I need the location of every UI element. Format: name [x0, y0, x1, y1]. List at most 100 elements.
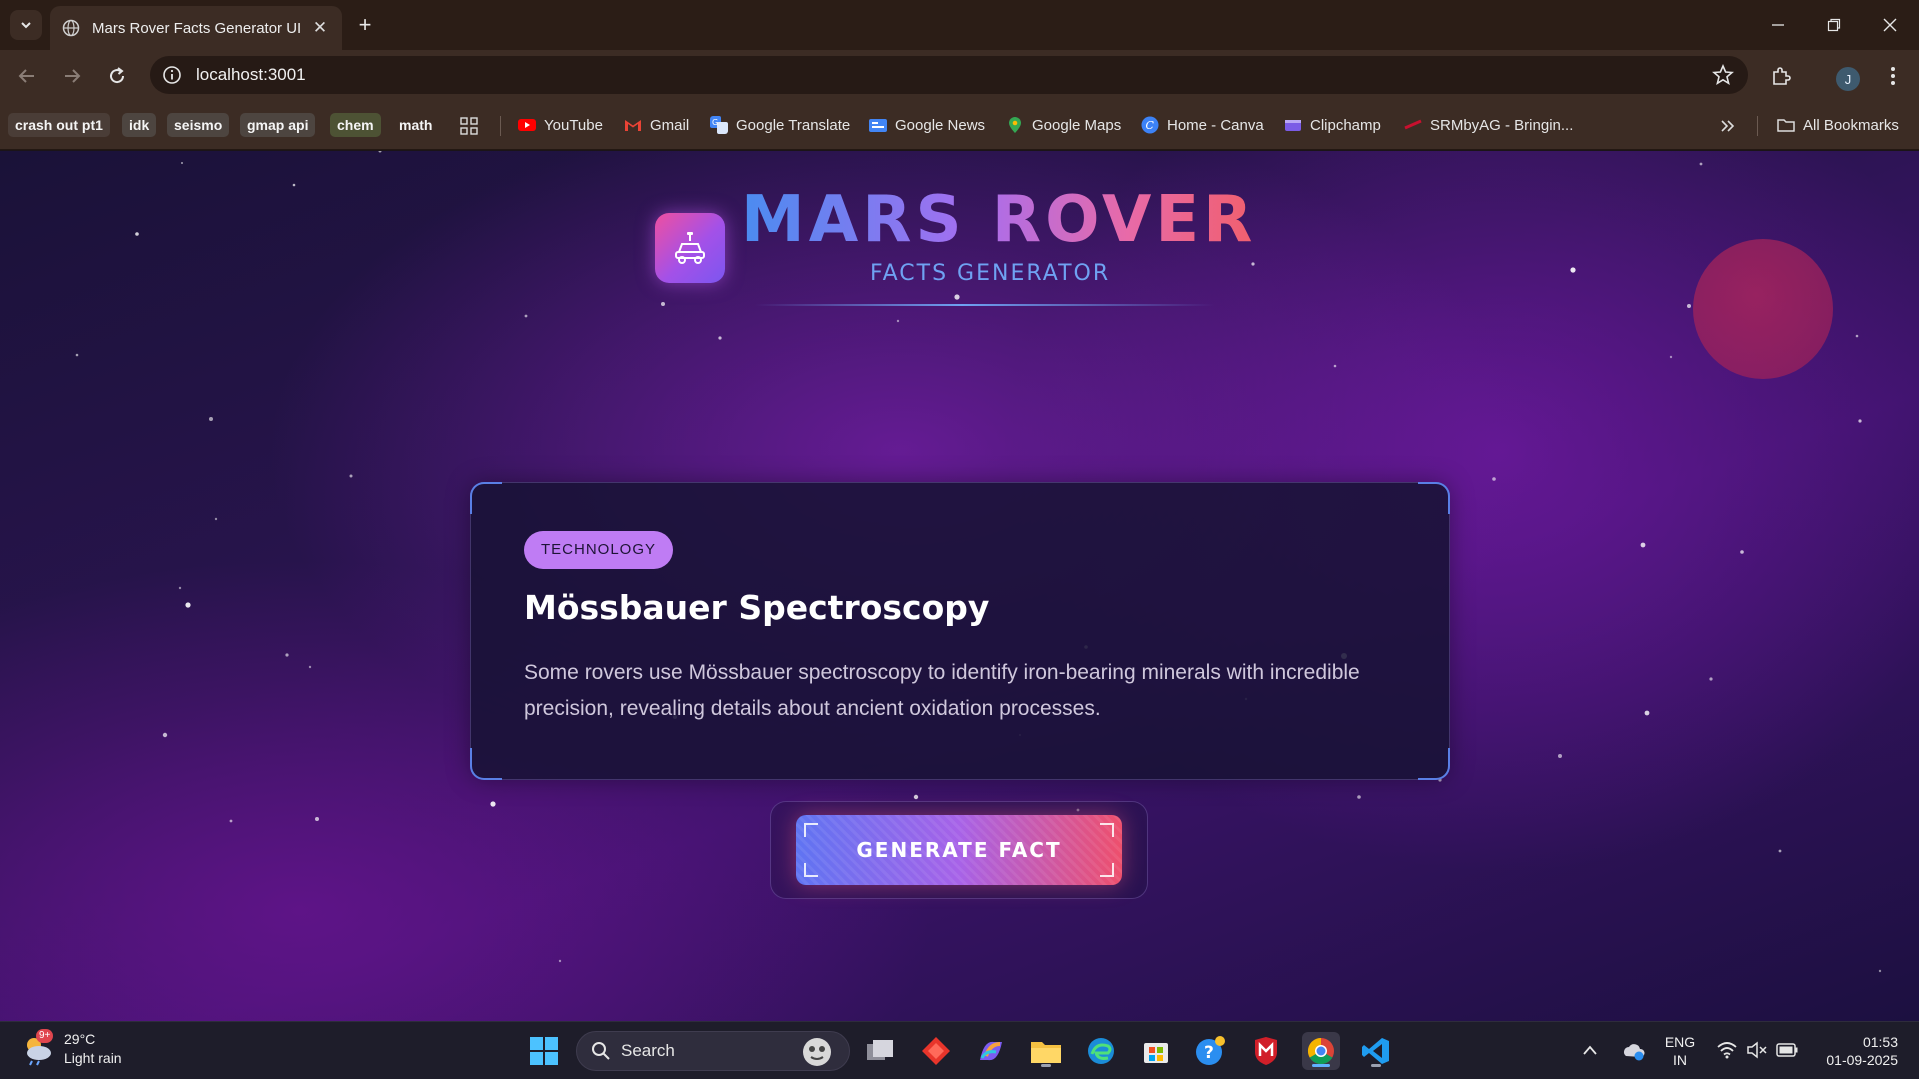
new-tab-button[interactable]: +	[352, 12, 378, 38]
close-window-button[interactable]	[1870, 10, 1910, 40]
card-corner	[470, 482, 502, 514]
bookmark-folder-idk[interactable]: idk	[122, 113, 157, 137]
svg-text:?: ?	[1204, 1043, 1214, 1063]
bookmark-canva[interactable]: C Home - Canva	[1141, 113, 1264, 137]
help-icon: ?	[1196, 1036, 1225, 1065]
weather-icon: 9+	[20, 1029, 56, 1067]
minimize-button[interactable]	[1758, 10, 1798, 40]
header-divider	[755, 304, 1215, 306]
bookmark-google-translate[interactable]: G Google Translate	[710, 113, 850, 137]
svg-text:G: G	[712, 118, 718, 127]
fact-title: Mössbauer Spectroscopy	[524, 588, 990, 627]
decorative-planet	[1693, 239, 1833, 379]
taskbar-search[interactable]: Search	[576, 1031, 850, 1071]
bookmark-youtube[interactable]: YouTube	[518, 113, 603, 137]
reload-icon	[110, 67, 125, 84]
browser-menu-button[interactable]	[1880, 63, 1906, 89]
profile-avatar[interactable]: J	[1836, 67, 1860, 91]
tab-search-button[interactable]	[10, 10, 42, 40]
all-bookmarks-button[interactable]: All Bookmarks	[1777, 113, 1899, 137]
taskbar-app-help[interactable]: ?	[1192, 1032, 1230, 1070]
taskbar-app-edge[interactable]	[1082, 1032, 1120, 1070]
bookmark-folder-seismo[interactable]: seismo	[167, 113, 230, 137]
minimize-icon	[1772, 24, 1784, 26]
bookmark-gmail[interactable]: Gmail	[624, 113, 689, 137]
app-header: MARS ROVER FACTS GENERATOR	[655, 181, 1275, 311]
site-info-icon[interactable]	[162, 65, 182, 85]
taskbar-app-anydesk[interactable]	[917, 1032, 955, 1070]
app-subtitle: FACTS GENERATOR	[870, 261, 1111, 286]
forward-button[interactable]	[59, 63, 85, 89]
more-bookmarks-icon[interactable]	[1719, 118, 1735, 134]
restore-button[interactable]	[1814, 10, 1854, 40]
bookmark-star-icon[interactable]	[1712, 64, 1734, 86]
svg-text:C: C	[1146, 119, 1155, 132]
task-view-icon	[867, 1040, 893, 1060]
fact-card: TECHNOLOGY Mössbauer Spectroscopy Some r…	[470, 482, 1450, 780]
arrow-right-icon	[65, 69, 81, 83]
apps-grid-icon[interactable]	[460, 117, 478, 135]
generate-fact-button[interactable]: GENERATE FACT	[796, 815, 1122, 885]
extensions-button[interactable]	[1768, 63, 1794, 89]
battery-icon[interactable]	[1776, 1043, 1798, 1057]
gmail-icon	[625, 120, 641, 131]
weather-alert-badge: 9+	[36, 1029, 54, 1043]
bookmarks-separator	[1757, 116, 1758, 136]
tray-overflow-icon[interactable]	[1582, 1044, 1598, 1056]
card-corner	[1418, 748, 1450, 780]
language-code: ENG	[1664, 1034, 1696, 1050]
weather-widget[interactable]: 9+ 29°C Light rain	[20, 1029, 122, 1068]
bookmark-label: YouTube	[544, 116, 603, 134]
folder-app-icon	[1031, 1042, 1061, 1063]
taskbar-app-copilot[interactable]	[972, 1032, 1010, 1070]
srm-icon	[1404, 119, 1422, 130]
taskbar-app-chrome[interactable]	[1302, 1032, 1340, 1070]
bookmark-folder-chem[interactable]: chem	[330, 113, 381, 137]
bookmark-folder-gmap-api[interactable]: gmap api	[240, 113, 316, 137]
maps-icon	[1009, 117, 1021, 133]
start-button[interactable]	[525, 1032, 563, 1070]
clock[interactable]: 01:53 01-09-2025	[1808, 1033, 1898, 1069]
back-button[interactable]	[14, 63, 40, 89]
bookmark-folder-crash-out[interactable]: crash out pt1	[8, 113, 110, 137]
language-indicator[interactable]: ENG IN	[1660, 1033, 1700, 1069]
taskbar-app-vscode[interactable]	[1357, 1032, 1395, 1070]
address-bar[interactable]: localhost:3001	[150, 56, 1748, 94]
bookmark-label: Gmail	[650, 116, 690, 134]
volume-muted-icon[interactable]	[1746, 1041, 1768, 1059]
generate-fact-label: GENERATE FACT	[856, 838, 1062, 862]
button-corner	[804, 823, 818, 837]
taskbar-app-mcafee[interactable]	[1247, 1032, 1285, 1070]
bookmark-folder-math[interactable]: math	[392, 113, 439, 137]
bookmark-label: Google News	[895, 116, 986, 134]
wifi-icon[interactable]	[1717, 1041, 1737, 1059]
taskbar-app-file-explorer[interactable]	[1027, 1032, 1065, 1070]
bookmark-label: Home - Canva	[1167, 116, 1264, 134]
active-tab[interactable]: Mars Rover Facts Generator UI ✕	[50, 6, 342, 50]
reload-button[interactable]	[104, 63, 130, 89]
close-tab-icon[interactable]: ✕	[310, 18, 330, 38]
tab-strip: Mars Rover Facts Generator UI ✕ +	[0, 0, 1919, 50]
arrow-left-icon	[18, 69, 34, 83]
bookmark-srmbyag[interactable]: SRMbyAG - Bringin...	[1404, 113, 1573, 137]
button-corner	[1100, 823, 1114, 837]
bookmarks-separator	[500, 116, 501, 136]
taskbar-app-store[interactable]	[1137, 1032, 1175, 1070]
url-text[interactable]: localhost:3001	[196, 65, 306, 85]
windows-logo-icon	[530, 1037, 558, 1065]
shield-icon	[1255, 1037, 1277, 1065]
bookmark-google-maps[interactable]: Google Maps	[1006, 113, 1121, 137]
app-viewport: MARS ROVER FACTS GENERATOR TECHNOLOGY Mö…	[0, 151, 1919, 1021]
card-corner	[1418, 482, 1450, 514]
weather-description: Light rain	[64, 1050, 122, 1066]
bookmark-clipchamp[interactable]: Clipchamp	[1284, 113, 1381, 137]
running-indicator	[1371, 1064, 1381, 1067]
task-view-button[interactable]	[861, 1032, 899, 1070]
globe-icon	[62, 19, 80, 37]
news-icon	[869, 119, 887, 132]
bookmark-label: Google Translate	[736, 116, 851, 134]
onedrive-icon[interactable]	[1622, 1041, 1646, 1061]
card-corner	[470, 748, 502, 780]
bookmark-google-news[interactable]: Google News	[869, 113, 985, 137]
chevron-down-icon	[21, 22, 31, 29]
